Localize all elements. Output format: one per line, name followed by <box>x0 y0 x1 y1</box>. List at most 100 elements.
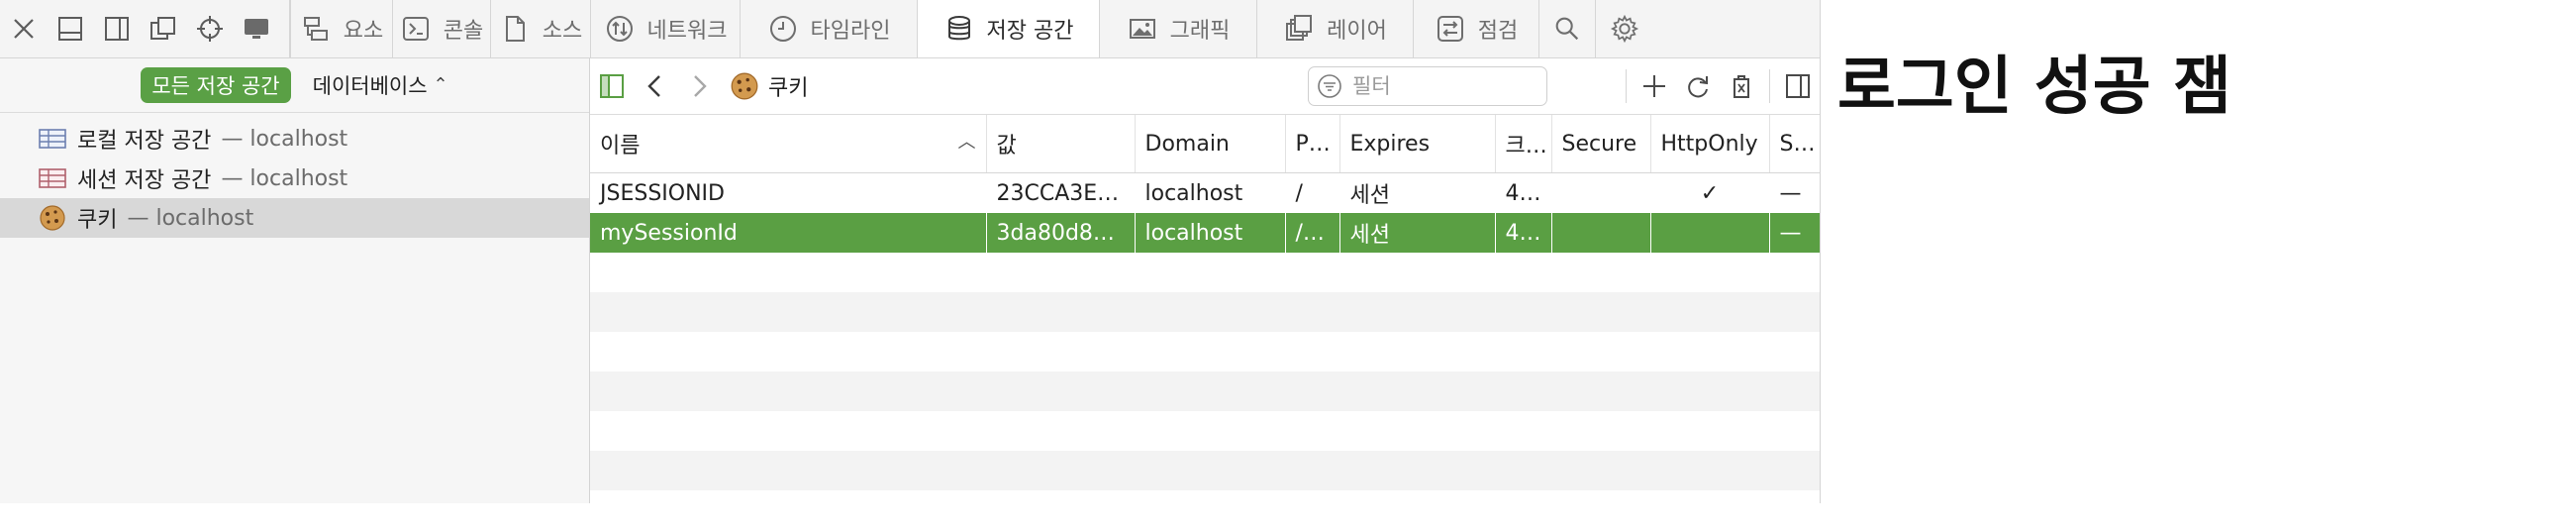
column-header-path[interactable]: P… <box>1285 115 1340 173</box>
forward-button[interactable] <box>677 58 721 114</box>
close-icon <box>13 19 34 39</box>
cookie-icon <box>40 205 65 231</box>
device-settings-button[interactable] <box>233 0 279 57</box>
tab-audit[interactable]: 점검 <box>1413 0 1538 57</box>
all-storage-filter-button[interactable]: 모든 저장 공간 <box>141 67 291 103</box>
updown-chevron-icon: ⌃ <box>433 74 448 95</box>
sidebar-item-host: — localhost <box>221 126 348 152</box>
filter-field[interactable] <box>1308 66 1547 106</box>
clear-all-button[interactable] <box>1720 58 1763 114</box>
cookie-httponly: ✓ <box>1700 180 1720 206</box>
storage-sidebar: 모든 저장 공간 데이터베이스 ⌃ 로컬 저장 공간 — localhost 세… <box>0 58 590 503</box>
empty-row <box>590 490 1820 530</box>
session-storage-icon <box>39 168 66 188</box>
sources-icon <box>505 16 525 42</box>
cookie-httponly <box>1650 213 1769 253</box>
settings-button[interactable] <box>1595 0 1652 57</box>
refresh-button[interactable] <box>1676 58 1720 114</box>
sidebar-item-host: — localhost <box>127 205 254 231</box>
gear-icon <box>1610 14 1638 44</box>
cookie-name: mySessionId <box>590 213 986 253</box>
plus-icon <box>1643 75 1665 97</box>
tab-elements[interactable]: 요소 <box>290 0 392 57</box>
empty-row <box>590 253 1820 292</box>
tab-network[interactable]: 네트워크 <box>590 0 740 57</box>
tab-label: 레이어 <box>1327 19 1387 44</box>
breadcrumb: 쿠키 <box>729 70 808 102</box>
toggle-navigation-sidebar-button[interactable] <box>590 58 634 114</box>
dock-right-button[interactable] <box>93 0 140 57</box>
column-header-expires[interactable]: Expires <box>1339 115 1496 173</box>
column-header-label: 이름 <box>600 134 641 159</box>
breadcrumb-label: 쿠키 <box>768 76 809 101</box>
layers-icon <box>1286 15 1313 41</box>
back-button[interactable] <box>634 58 677 114</box>
tab-timelines[interactable]: 타임라인 <box>740 0 917 57</box>
add-cookie-button[interactable] <box>1633 58 1676 114</box>
toggle-details-sidebar-button[interactable] <box>1776 58 1820 114</box>
content-actions <box>1620 58 1820 114</box>
tab-console[interactable]: 콘솔 <box>392 0 490 57</box>
sidebar-item-local-storage[interactable]: 로컬 저장 공간 — localhost <box>0 119 589 159</box>
audit-icon <box>1437 16 1463 42</box>
cookie-value: 23CCA3E… <box>996 180 1120 206</box>
tab-layers[interactable]: 레이어 <box>1256 0 1413 57</box>
sidebar-item-label: 로컬 저장 공간 <box>77 129 212 154</box>
element-picker-button[interactable] <box>186 0 233 57</box>
inspector-tab-bar: 요소 콘솔 소스 네트워크 타임라인 저장 공간 그래픽 레이어 점검 <box>0 0 1820 58</box>
cookie-domain: localhost <box>1135 213 1285 253</box>
search-button[interactable] <box>1538 0 1595 57</box>
column-header-samesite[interactable]: S… <box>1769 115 1820 173</box>
column-header-size[interactable]: 크… <box>1495 115 1552 173</box>
filter-icon <box>1318 74 1341 98</box>
close-inspector-button[interactable] <box>0 0 47 57</box>
column-header-httponly[interactable]: HttpOnly <box>1650 115 1770 173</box>
cookie-value: 3da80d8… <box>986 213 1135 253</box>
elements-icon <box>303 17 328 41</box>
empty-row <box>590 332 1820 371</box>
refresh-icon <box>1688 76 1708 98</box>
sidebar-toggle-icon <box>600 74 624 98</box>
tab-label: 네트워크 <box>646 19 728 44</box>
chevron-left-icon <box>647 75 660 97</box>
content-toolbar: 쿠키 <box>590 58 1820 115</box>
table-row[interactable]: JSESSIONID 23CCA3E… localhost / 세션 4… ✓ … <box>590 173 1820 214</box>
tab-graphics[interactable]: 그래픽 <box>1099 0 1256 57</box>
sidebar-item-label: 세션 저장 공간 <box>77 168 212 193</box>
undock-button[interactable] <box>140 0 186 57</box>
table-row[interactable]: mySessionId 3da80d8… localhost /… 세션 4… … <box>590 213 1820 253</box>
filter-input[interactable] <box>1350 73 1533 99</box>
column-header-domain[interactable]: Domain <box>1135 115 1286 173</box>
tab-label: 타임라인 <box>810 19 891 44</box>
sidebar-item-cookies[interactable]: 쿠키 — localhost <box>0 198 589 238</box>
cookie-name: JSESSIONID <box>600 180 725 206</box>
cookie-size: 4… <box>1495 213 1551 253</box>
tab-label: 점검 <box>1477 19 1519 44</box>
dock-bottom-button[interactable] <box>47 0 93 57</box>
cookie-samesite: — <box>1779 180 1802 206</box>
column-header-value[interactable]: 값 <box>986 115 1136 173</box>
monitor-icon <box>244 19 268 39</box>
page-heading: 로그인 성공 잼 <box>1837 50 2231 124</box>
detach-window-icon <box>149 17 175 40</box>
local-storage-icon <box>39 129 66 149</box>
tab-sources[interactable]: 소스 <box>490 0 590 57</box>
search-icon <box>1555 17 1579 41</box>
timeline-icon <box>769 16 796 42</box>
database-type-select[interactable]: 데이터베이스 ⌃ <box>313 70 448 100</box>
database-select-label: 데이터베이스 <box>312 74 428 98</box>
trash-icon <box>1734 75 1749 98</box>
column-header-name[interactable]: 이름 ︿ <box>590 115 987 173</box>
tab-label: 콘솔 <box>443 19 484 44</box>
cookie-path: /… <box>1285 213 1339 253</box>
cookie-path: / <box>1295 180 1303 206</box>
tab-label: 요소 <box>343 19 384 44</box>
column-header-secure[interactable]: Secure <box>1551 115 1651 173</box>
sidebar-item-session-storage[interactable]: 세션 저장 공간 — localhost <box>0 159 589 198</box>
empty-row <box>590 292 1820 332</box>
tab-storage[interactable]: 저장 공간 <box>917 0 1099 57</box>
storage-icon <box>947 16 970 41</box>
tab-label: 저장 공간 <box>986 19 1074 44</box>
cookie-content-pane: 쿠키 필터 이름 ︿ 값 Domain P… Expires 크… Secure… <box>590 58 1820 530</box>
crosshair-icon <box>196 16 223 42</box>
